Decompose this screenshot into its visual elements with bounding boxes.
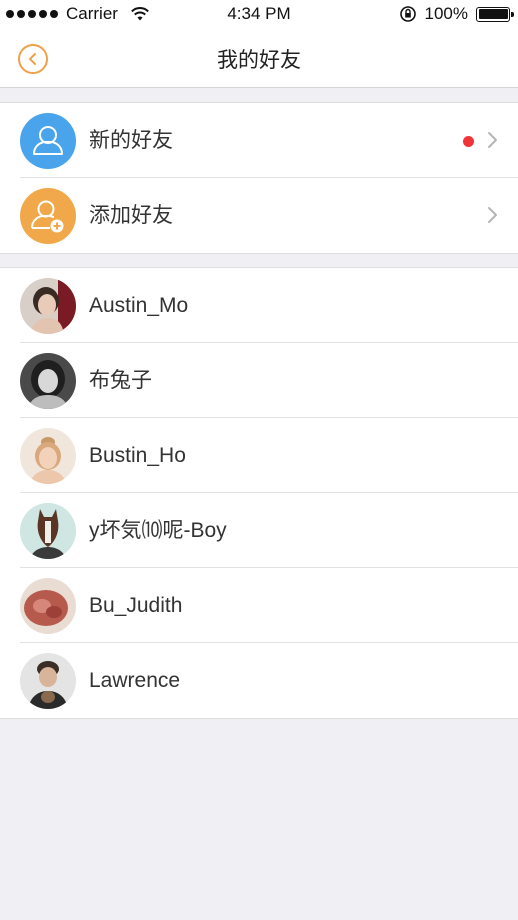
chevron-right-icon (488, 132, 497, 148)
avatar (20, 578, 76, 634)
friends-list: Austin_Mo 布兔子 Bustin_Ho y坏気⑽呢-Boy Bu_Jud… (0, 267, 518, 719)
avatar (20, 278, 76, 334)
person-add-icon (20, 188, 76, 244)
friend-name: Bu_Judith (89, 594, 183, 617)
avatar (20, 503, 76, 559)
status-right: 100% (399, 4, 514, 24)
friend-item[interactable]: Austin_Mo (0, 268, 518, 343)
friend-name: Austin_Mo (89, 294, 189, 317)
add-friend-label: 添加好友 (89, 204, 173, 227)
page-title: 我的好友 (217, 49, 301, 72)
friend-item[interactable]: 布兔子 (0, 343, 518, 418)
chevron-right-icon (488, 207, 497, 223)
person-icon (20, 113, 76, 169)
navigation-bar: 我的好友 (0, 30, 518, 88)
actions-section: 新的好友 添加好友 (0, 102, 518, 254)
new-friends-item[interactable]: 新的好友 (0, 103, 518, 178)
chevron-left-icon (29, 53, 36, 65)
avatar (20, 428, 76, 484)
back-button[interactable] (18, 44, 48, 74)
add-friend-item[interactable]: 添加好友 (0, 178, 518, 253)
friend-item[interactable]: Bustin_Ho (0, 418, 518, 493)
avatar (20, 653, 76, 709)
friend-name: Lawrence (89, 669, 181, 692)
battery-percent: 100% (424, 4, 468, 23)
battery-icon (476, 6, 514, 22)
friend-name: y坏気⑽呢-Boy (89, 519, 227, 542)
friend-item[interactable]: Bu_Judith (0, 568, 518, 643)
friend-item[interactable]: Lawrence (0, 643, 518, 718)
avatar (20, 353, 76, 409)
rotation-lock-icon (399, 6, 416, 22)
status-bar: Carrier 4:34 PM 100% (0, 0, 518, 30)
friend-name: 布兔子 (89, 369, 152, 392)
notification-badge (463, 136, 474, 147)
new-friends-label: 新的好友 (89, 129, 173, 152)
friend-name: Bustin_Ho (89, 444, 186, 467)
friend-item[interactable]: y坏気⑽呢-Boy (0, 493, 518, 568)
